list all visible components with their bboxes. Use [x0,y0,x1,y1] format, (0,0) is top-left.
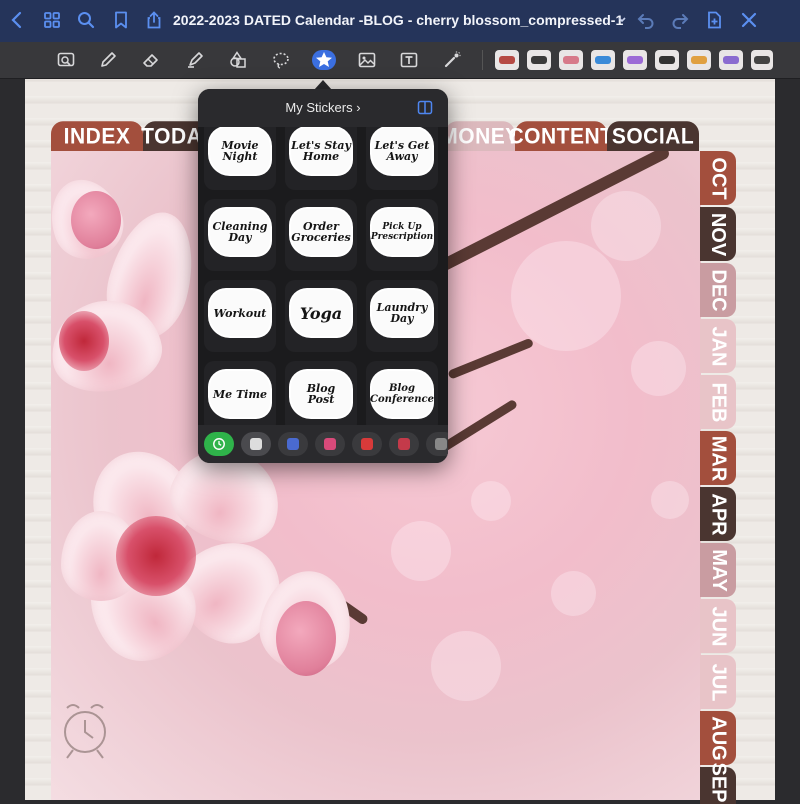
sticker-grid: Movie Night Let's Stay Home Let's Get Away … [204,127,442,425]
sticker-icon[interactable] [312,50,336,70]
pen-icon[interactable] [97,49,119,71]
zoom-tool-icon[interactable] [55,49,77,71]
sticker-movie-night[interactable]: Movie Night [204,127,276,190]
tab-mar[interactable]: MAR [700,431,736,485]
document-title[interactable]: 2022-2023 DATED Calendar -BLOG - cherry … [173,12,623,28]
sticker-me-time[interactable]: Me Time [204,361,276,425]
tool-bar [0,42,800,79]
favorite-sticker[interactable] [591,50,615,70]
recent-icon[interactable] [204,432,234,456]
sticker-pick-up-prescription[interactable]: Pick Up Prescription [366,199,438,271]
tab-jan[interactable]: JAN [700,319,736,373]
tab-aug[interactable]: AUG [700,711,736,765]
text-icon[interactable] [398,49,420,71]
tab-index[interactable]: INDEX [51,121,143,153]
sticker-cleaning-day[interactable]: Cleaning Day [204,199,276,271]
month-tabs: OCT NOV DEC JAN FEB MAR APR MAY JUN JUL … [700,151,736,804]
image-icon[interactable] [356,49,378,71]
stickers-popover: My Stickers › Movie Night Let's Stay Home … [198,89,448,463]
toolbar-divider [482,50,483,70]
chevron-right-icon: › [356,100,361,115]
sticker-pack-3[interactable] [315,432,345,456]
grid-icon[interactable] [41,9,63,31]
lasso-icon[interactable] [270,49,292,71]
tab-oct[interactable]: OCT [700,151,736,205]
highlighter-icon[interactable] [184,49,206,71]
laser-pointer-icon[interactable] [441,49,463,71]
sticker-lets-get-away[interactable]: Let's Get Away [366,127,438,190]
sticker-pack-4[interactable] [352,432,382,456]
redo-icon[interactable] [669,9,691,31]
sticker-blog-post[interactable]: Blog Post [285,361,357,425]
sticker-pack-5[interactable] [389,432,419,456]
favorite-sticker[interactable] [623,50,647,70]
favorite-sticker[interactable] [559,50,583,70]
shapes-icon[interactable] [227,49,249,71]
tab-jun[interactable]: JUN [700,599,736,653]
eraser-icon[interactable] [140,49,162,71]
favorite-sticker[interactable] [719,50,743,70]
sticker-pack-6[interactable] [426,432,448,456]
sticker-blog-conference[interactable]: Blog Conference [366,361,438,425]
chevron-down-icon[interactable] [617,13,627,27]
tab-nov[interactable]: NOV [700,207,736,261]
tab-social[interactable]: SOCIAL [607,121,699,153]
sticker-pack-1[interactable] [241,432,271,456]
close-icon[interactable] [738,9,760,31]
tab-apr[interactable]: APR [700,487,736,541]
sticker-workout[interactable]: Workout [204,280,276,352]
alarm-clock-icon [55,694,115,764]
sticker-lets-stay-home[interactable]: Let's Stay Home [285,127,357,190]
favorite-sticker[interactable] [495,50,519,70]
tab-feb[interactable]: FEB [700,375,736,429]
back-icon[interactable] [6,9,28,31]
favorite-sticker[interactable] [527,50,551,70]
my-stickers-button[interactable]: My Stickers › [198,100,448,115]
share-icon[interactable] [143,9,165,31]
favorite-sticker[interactable] [655,50,679,70]
search-icon[interactable] [75,9,97,31]
title-bar: 2022-2023 DATED Calendar -BLOG - cherry … [0,0,800,42]
sticker-laundry-day[interactable]: Laundry Day [366,280,438,352]
tab-money[interactable]: MONEY [440,121,519,153]
sticker-pack-2[interactable] [278,432,308,456]
sticker-category-bar [198,425,448,463]
add-page-icon[interactable] [703,9,725,31]
sticker-order-groceries[interactable]: Order Groceries [285,199,357,271]
tab-dec[interactable]: DEC [700,263,736,317]
tab-jul[interactable]: JUL [700,655,736,709]
favorite-sticker[interactable] [687,50,711,70]
sticker-yoga[interactable]: Yoga [285,280,357,352]
tab-sep[interactable]: SEP [700,762,736,804]
sidebar-toggle-icon[interactable] [417,100,433,115]
favorite-sticker[interactable] [751,50,773,70]
bookmark-icon[interactable] [110,9,132,31]
tab-content[interactable]: CONTENT [509,121,613,153]
undo-icon[interactable] [635,9,657,31]
tab-may[interactable]: MAY [700,543,736,597]
popover-header: My Stickers › [198,89,448,127]
